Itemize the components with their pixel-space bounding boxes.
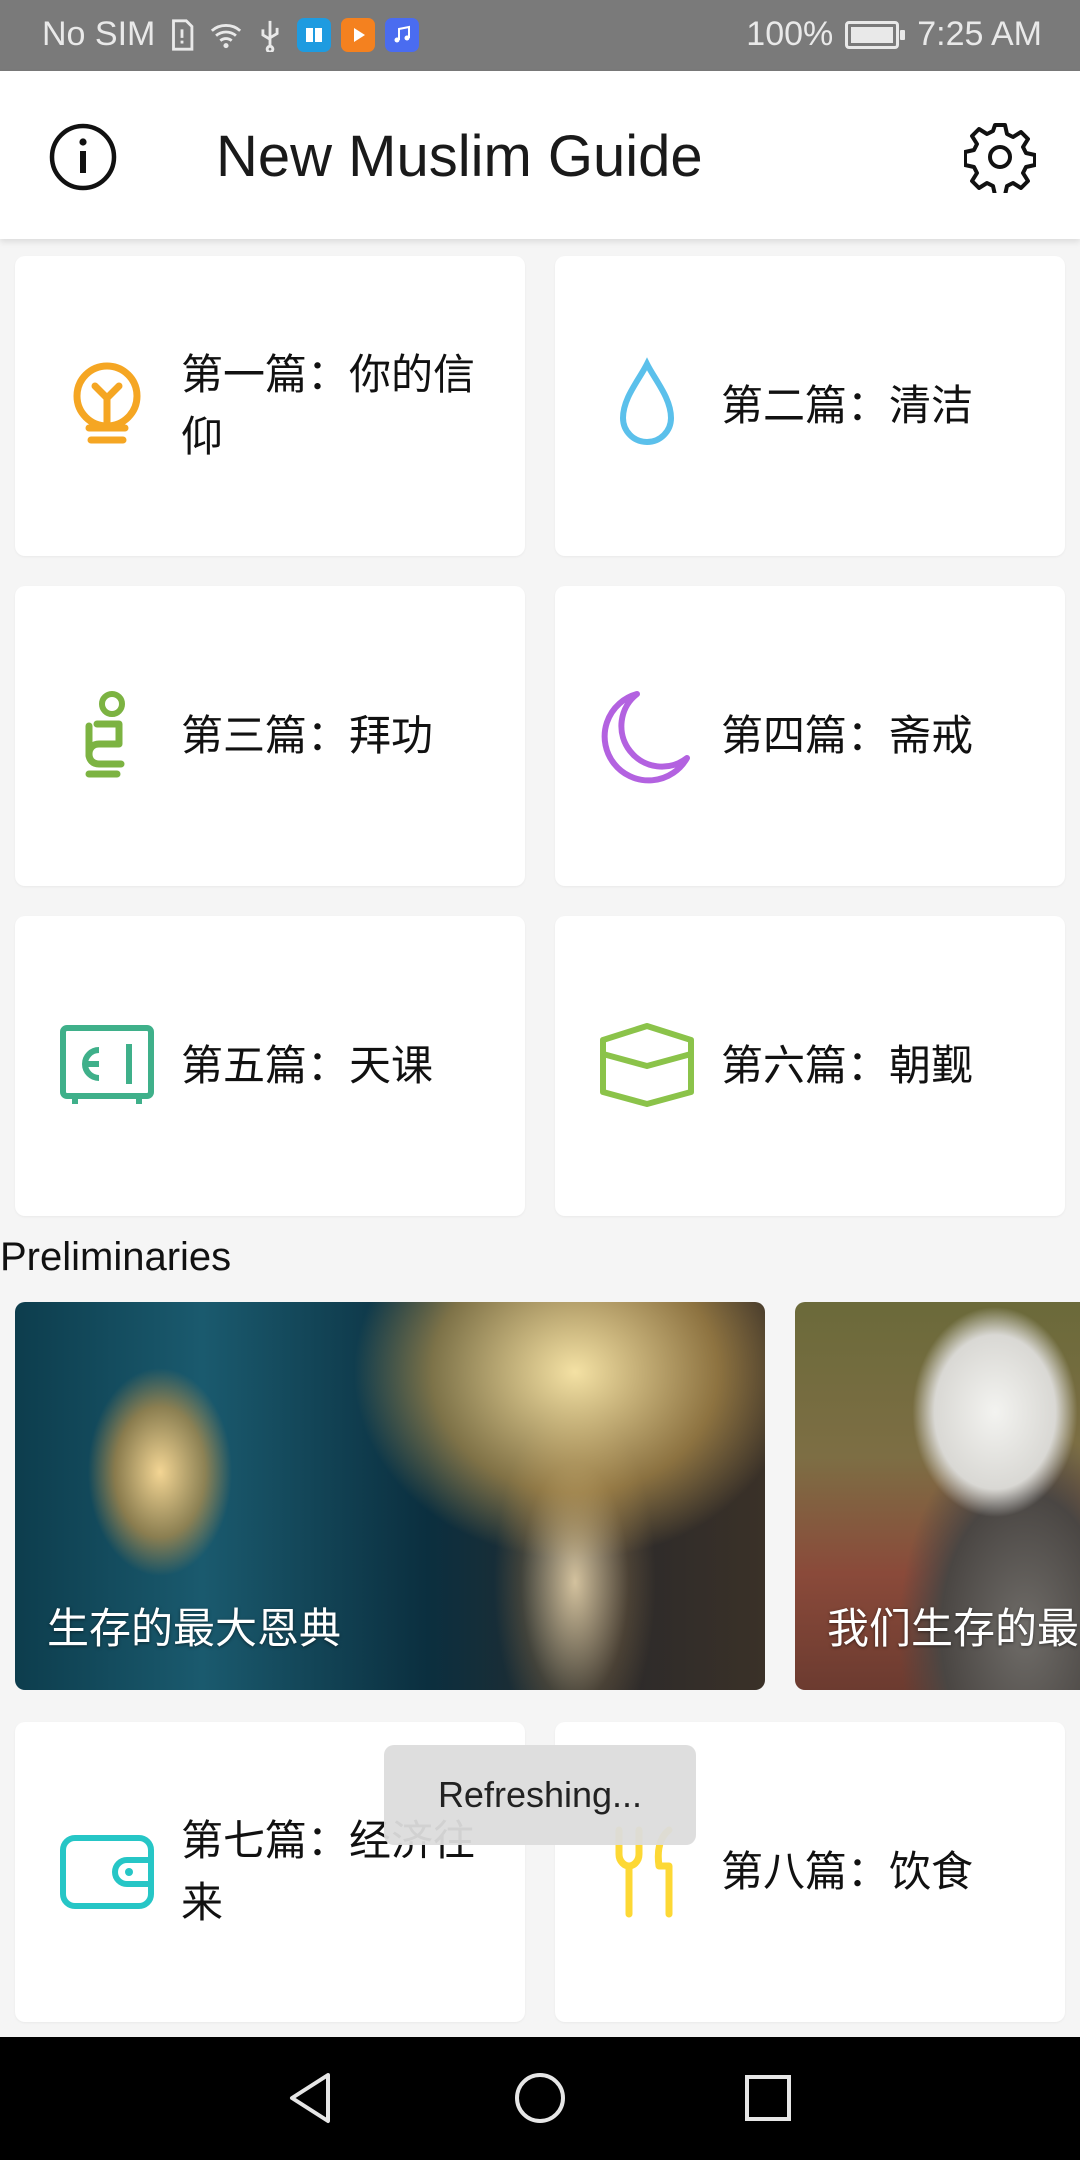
- section-label: 第八篇：饮食: [721, 1847, 974, 1896]
- section-label: 第五篇：天课: [181, 1041, 434, 1090]
- water-drop-icon: [619, 357, 675, 445]
- video-app-icon: [341, 17, 376, 52]
- section-label: 第二篇：清洁: [721, 381, 974, 430]
- home-icon[interactable]: [507, 2065, 573, 2131]
- wifi-icon: [211, 23, 242, 48]
- crescent-moon-icon: [601, 691, 690, 784]
- usb-icon: [261, 20, 279, 52]
- back-icon[interactable]: [276, 2065, 342, 2131]
- section-label: 第一篇：你的信仰: [181, 350, 476, 461]
- carrier-label: No SIM: [42, 15, 156, 53]
- section-card-2[interactable]: 第二篇：清洁: [555, 256, 1065, 556]
- clock: 7:25 AM: [917, 15, 1042, 53]
- section-label: 第三篇：拜功: [181, 711, 434, 760]
- recents-icon[interactable]: [735, 2065, 801, 2131]
- section-card-6[interactable]: 第六篇：朝觐: [555, 916, 1065, 1216]
- battery-percent: 100%: [746, 15, 834, 53]
- info-icon[interactable]: [48, 122, 118, 192]
- wallet-icon: [60, 1835, 154, 1909]
- status-bar: No SIM 100% 7:25 AM: [0, 0, 1080, 71]
- prayer-posture-icon: [85, 691, 125, 778]
- section-card-1[interactable]: 第一篇：你的信仰: [15, 256, 525, 556]
- section-card-4[interactable]: 第四篇：斋戒: [555, 586, 1065, 886]
- section-label: 第六篇：朝觐: [721, 1041, 974, 1090]
- app-bar: New Muslim Guide: [0, 71, 1080, 239]
- battery-icon: [845, 20, 906, 49]
- lightbulb-icon: [73, 362, 141, 444]
- book-app-icon: [297, 17, 332, 52]
- sim-card-icon: [172, 18, 194, 51]
- preliminary-card-1[interactable]: 生存的最大恩典: [15, 1302, 765, 1690]
- navigation-bar: [0, 2037, 1080, 2160]
- music-app-icon: [385, 17, 420, 52]
- preliminary-card-2[interactable]: 我们生存的最: [795, 1302, 1080, 1690]
- safe-icon: [60, 1025, 154, 1104]
- refreshing-toast: Refreshing...: [384, 1745, 696, 1845]
- preliminaries-title: Preliminaries: [0, 1235, 232, 1279]
- preliminary-caption: 生存的最大恩典: [47, 1604, 342, 1653]
- kaaba-icon: [600, 1023, 694, 1107]
- section-card-5[interactable]: 第五篇：天课: [15, 916, 525, 1216]
- preliminary-caption: 我们生存的最: [827, 1604, 1080, 1653]
- page-title: New Muslim Guide: [216, 124, 703, 189]
- section-label: 第四篇：斋戒: [721, 711, 974, 760]
- gear-icon[interactable]: [964, 121, 1036, 193]
- section-card-3[interactable]: 第三篇：拜功: [15, 586, 525, 886]
